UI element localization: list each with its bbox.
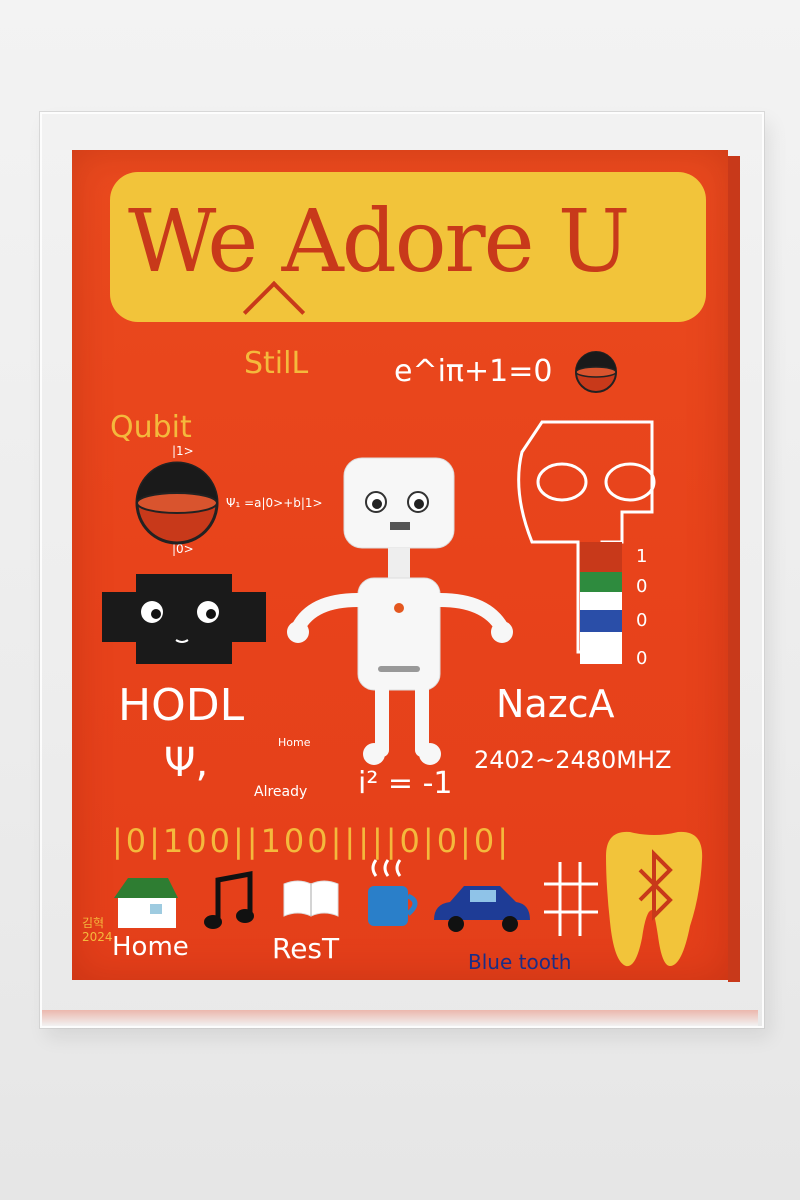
bluetooth-tooth-icon xyxy=(606,831,703,967)
qubit-sphere-icon xyxy=(135,461,219,545)
ket-one-text: |1> xyxy=(172,444,194,458)
signature-year: 2024 xyxy=(82,930,113,944)
bluetooth-label: Blue tooth xyxy=(468,950,572,974)
qubit-text: Qubit xyxy=(110,410,192,445)
home-label: Home xyxy=(112,932,189,962)
car-icon xyxy=(434,886,530,932)
signature-name: 김혁 xyxy=(82,916,105,930)
home-small-text: Home xyxy=(278,736,311,749)
airpods-robot-icon xyxy=(287,457,513,765)
imaginary-unit-text: i² = -1 xyxy=(358,766,453,801)
psi-symbol-text: Ψ, xyxy=(164,740,209,786)
small-sphere-icon xyxy=(575,351,617,393)
svg-text:0: 0 xyxy=(636,648,647,669)
still-text: StilL xyxy=(244,346,309,381)
skull-figure-icon: 1 0 0 0 xyxy=(517,420,656,669)
title-banner: We Adore U xyxy=(110,172,706,344)
hodl-text: HODL xyxy=(118,680,245,731)
painting-title: We Adore U xyxy=(128,192,630,292)
rest-label: ResT xyxy=(272,932,340,965)
acrylic-case-base xyxy=(42,1010,758,1026)
binary-text: |0|100||100|||||0|0|0| xyxy=(112,822,511,860)
canvas-side-edge xyxy=(728,156,740,982)
already-text: Already xyxy=(254,784,308,800)
svg-text:0: 0 xyxy=(636,576,647,597)
svg-text:1: 1 xyxy=(636,546,647,567)
euler-identity-text: e^iπ+1=0 xyxy=(394,354,553,389)
coffee-cup-icon xyxy=(368,859,418,926)
painting-canvas: We Adore U StilL e^iπ+1=0 Qubit |1> |0> … xyxy=(72,150,728,980)
nazca-text: NazcA xyxy=(496,682,615,726)
frequency-text: 2402~2480MHZ xyxy=(474,746,672,774)
hashtag-icon xyxy=(544,862,598,936)
house-icon xyxy=(114,878,178,928)
svg-text:0: 0 xyxy=(636,610,647,631)
music-note-icon xyxy=(204,870,254,929)
artist-signature: 김혁 2024 xyxy=(82,916,113,944)
open-book-icon xyxy=(283,880,339,917)
black-face-icon xyxy=(102,574,266,664)
